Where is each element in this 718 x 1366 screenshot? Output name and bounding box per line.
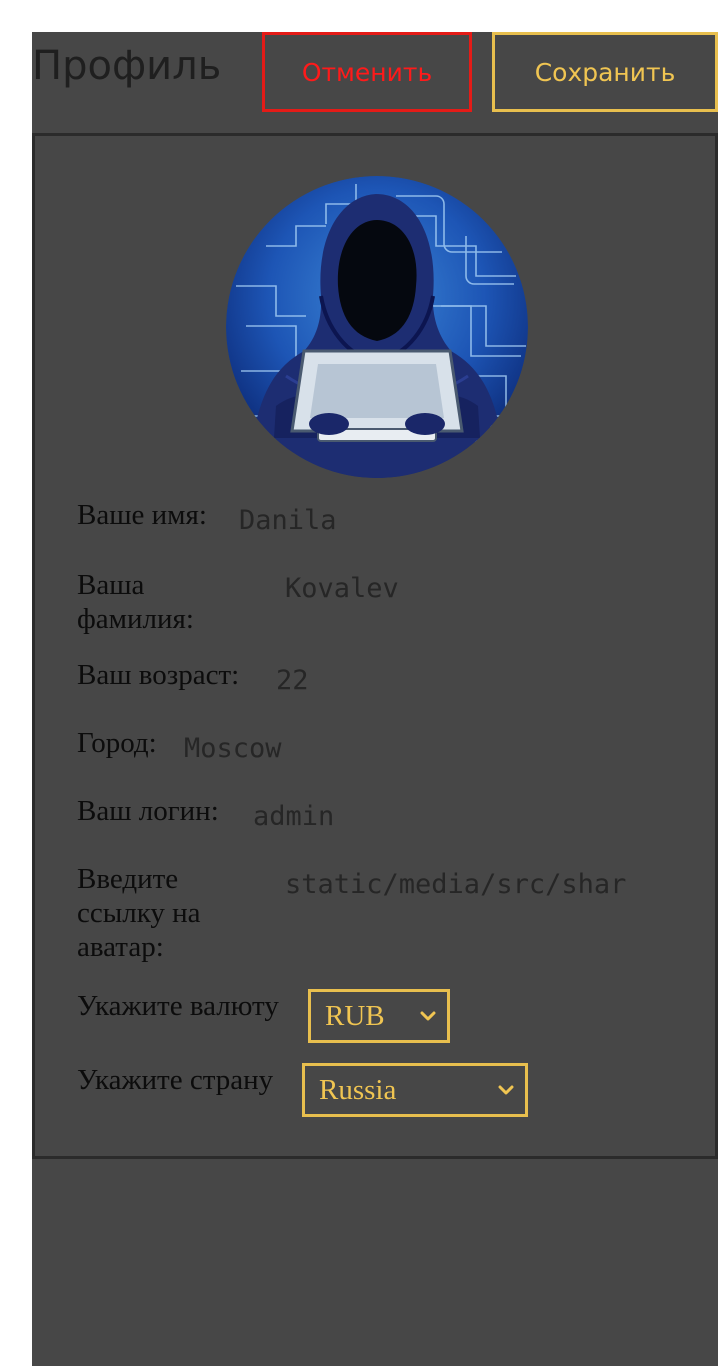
currency-selected: RUB xyxy=(325,999,385,1032)
header: Профиль Отменить Сохранить xyxy=(32,32,718,132)
currency-label: Укажите валюту xyxy=(77,990,279,1022)
profile-form: Ваше имя: Danila Ваша фамилия: Kovalev В… xyxy=(32,133,718,1159)
country-select[interactable]: Russia xyxy=(302,1063,528,1117)
hooded-hacker-avatar-icon xyxy=(226,176,528,478)
first-name-input[interactable]: Danila xyxy=(239,504,639,538)
last-name-input[interactable]: Kovalev xyxy=(285,572,645,606)
login-input[interactable]: admin xyxy=(253,800,653,834)
cancel-button[interactable]: Отменить xyxy=(262,32,472,112)
avatar-url-label: Введите ссылку на аватар: xyxy=(77,863,201,963)
chevron-down-icon xyxy=(498,1085,514,1095)
profile-page: Профиль Отменить Сохранить Ваше имя: Dan… xyxy=(32,32,718,1366)
page-title: Профиль xyxy=(32,43,222,89)
city-input[interactable]: Moscow xyxy=(184,732,634,766)
avatar-url-input[interactable]: static/media/src/shar xyxy=(285,868,643,902)
first-name-label: Ваше имя: xyxy=(77,499,207,531)
age-label: Ваш возраст: xyxy=(77,659,240,691)
last-name-label: Ваша фамилия: xyxy=(77,569,194,635)
city-label: Город: xyxy=(77,727,157,759)
country-selected: Russia xyxy=(319,1073,397,1106)
login-label: Ваш логин: xyxy=(77,795,219,827)
age-input[interactable]: 22 xyxy=(276,664,636,698)
chevron-down-icon xyxy=(420,1011,436,1021)
save-button[interactable]: Сохранить xyxy=(492,32,718,112)
country-label: Укажите страну xyxy=(77,1064,274,1096)
avatar xyxy=(226,176,528,478)
currency-select[interactable]: RUB xyxy=(308,989,450,1043)
